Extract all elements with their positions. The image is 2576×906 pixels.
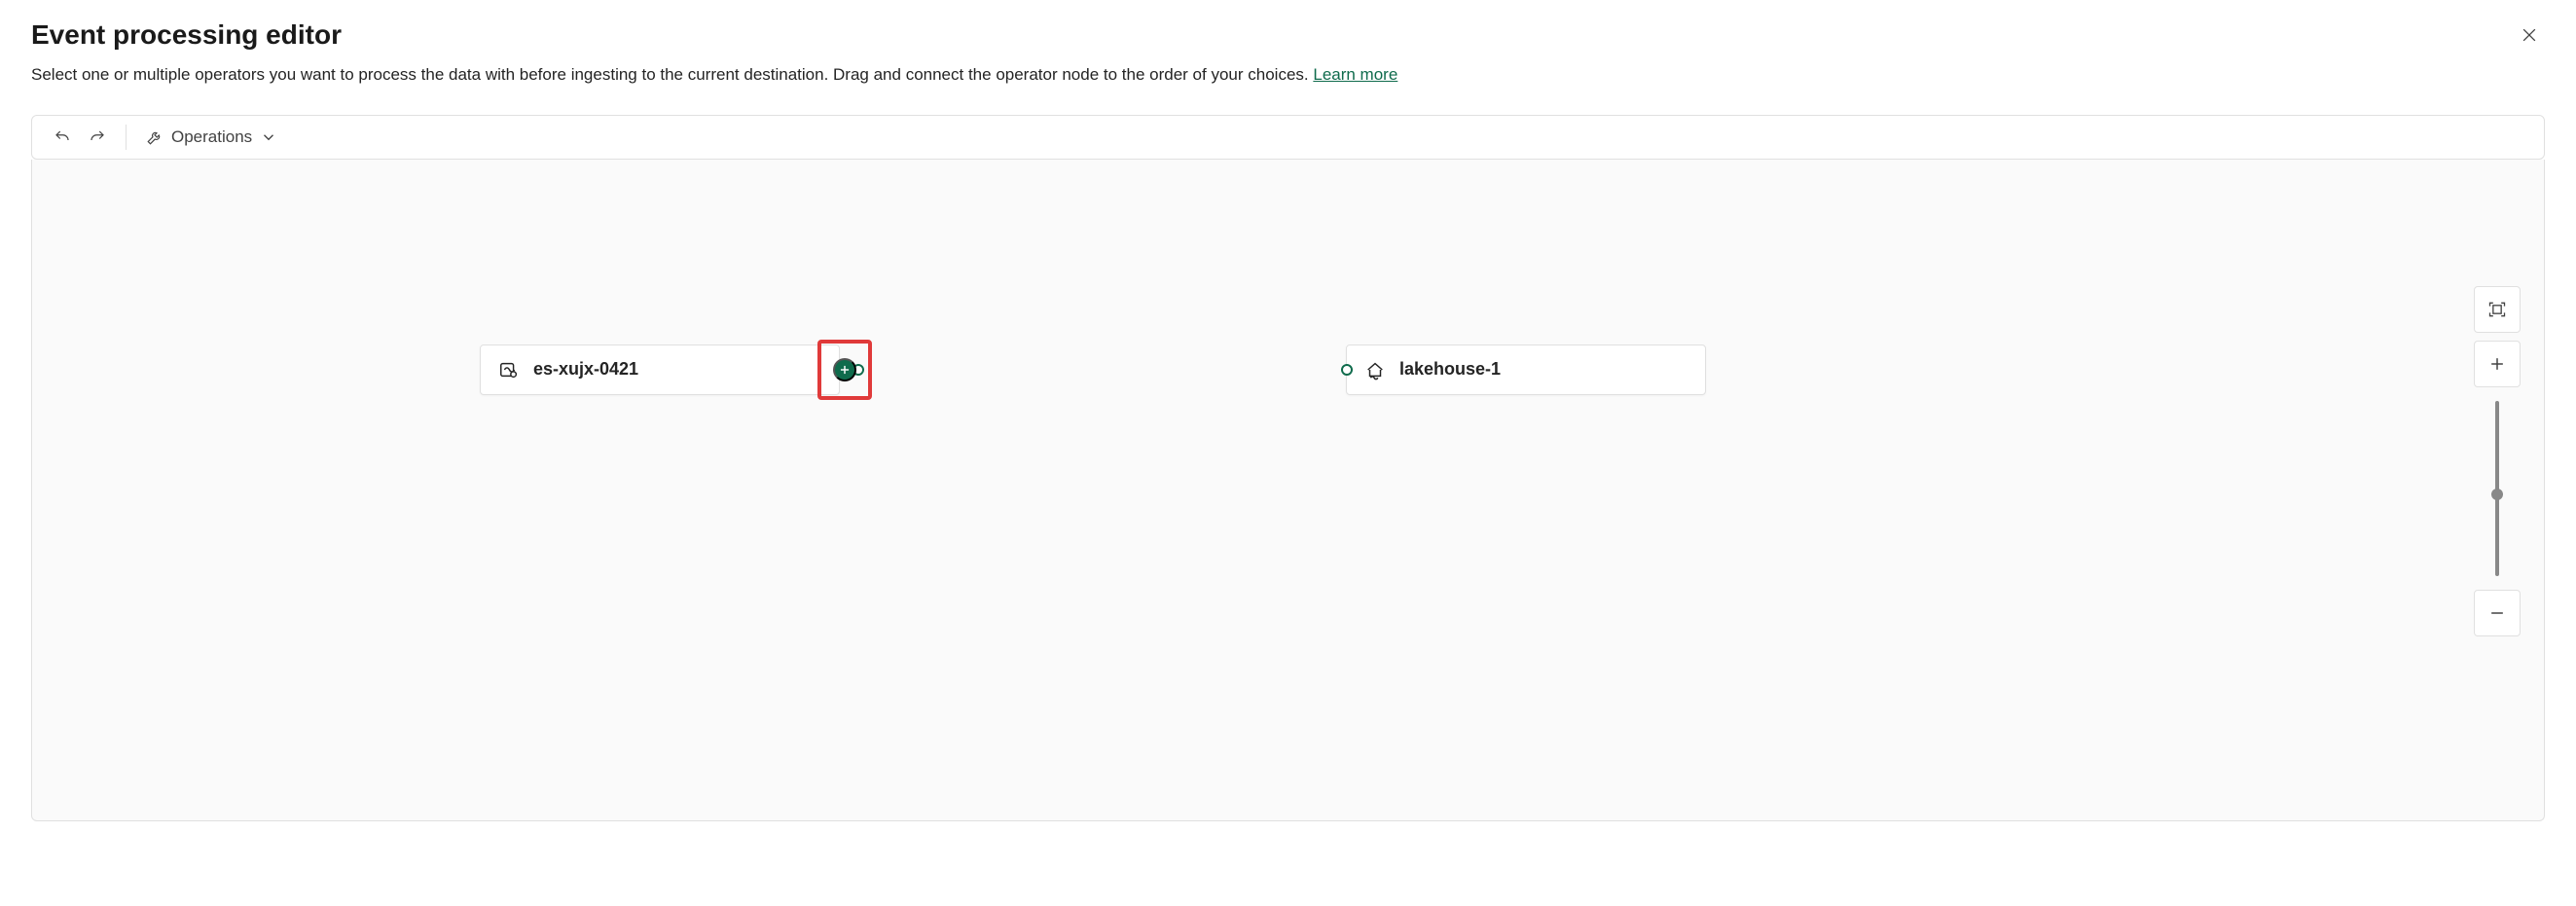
source-node-label: es-xujx-0421 xyxy=(533,359,821,380)
zoom-slider[interactable] xyxy=(2495,401,2499,576)
zoom-slider-handle[interactable] xyxy=(2491,489,2503,500)
fit-icon xyxy=(2487,300,2507,319)
close-icon xyxy=(2520,25,2539,45)
redo-button[interactable] xyxy=(81,123,114,152)
undo-icon xyxy=(54,128,71,146)
minus-icon xyxy=(2487,603,2507,623)
toolbar-divider xyxy=(126,125,127,150)
destination-node-label: lakehouse-1 xyxy=(1399,359,1687,380)
destination-node[interactable]: lakehouse-1 xyxy=(1346,344,1706,395)
add-operator-button[interactable] xyxy=(833,358,856,381)
lakehouse-icon xyxy=(1364,359,1386,381)
canvas[interactable]: es-xujx-0421 lakehouse-1 xyxy=(31,160,2545,821)
fit-view-button[interactable] xyxy=(2474,286,2521,333)
plus-icon xyxy=(2487,354,2507,374)
zoom-out-button[interactable] xyxy=(2474,590,2521,636)
destination-input-port[interactable] xyxy=(1341,364,1353,376)
operations-dropdown[interactable]: Operations xyxy=(138,122,285,153)
page-subtitle: Select one or multiple operators you wan… xyxy=(31,62,2545,88)
subtitle-text: Select one or multiple operators you wan… xyxy=(31,65,1309,84)
operations-label: Operations xyxy=(171,127,252,147)
page-title: Event processing editor xyxy=(31,19,342,51)
close-button[interactable] xyxy=(2514,19,2545,54)
wrench-icon xyxy=(146,128,163,146)
plus-icon xyxy=(838,363,852,377)
toolbar: Operations xyxy=(31,115,2545,160)
redo-icon xyxy=(89,128,106,146)
zoom-in-button[interactable] xyxy=(2474,341,2521,387)
zoom-controls xyxy=(2474,286,2521,636)
chevron-down-icon xyxy=(260,128,277,146)
stream-icon xyxy=(498,359,520,381)
undo-button[interactable] xyxy=(46,123,79,152)
learn-more-link[interactable]: Learn more xyxy=(1313,65,1397,84)
source-node[interactable]: es-xujx-0421 xyxy=(480,344,840,395)
